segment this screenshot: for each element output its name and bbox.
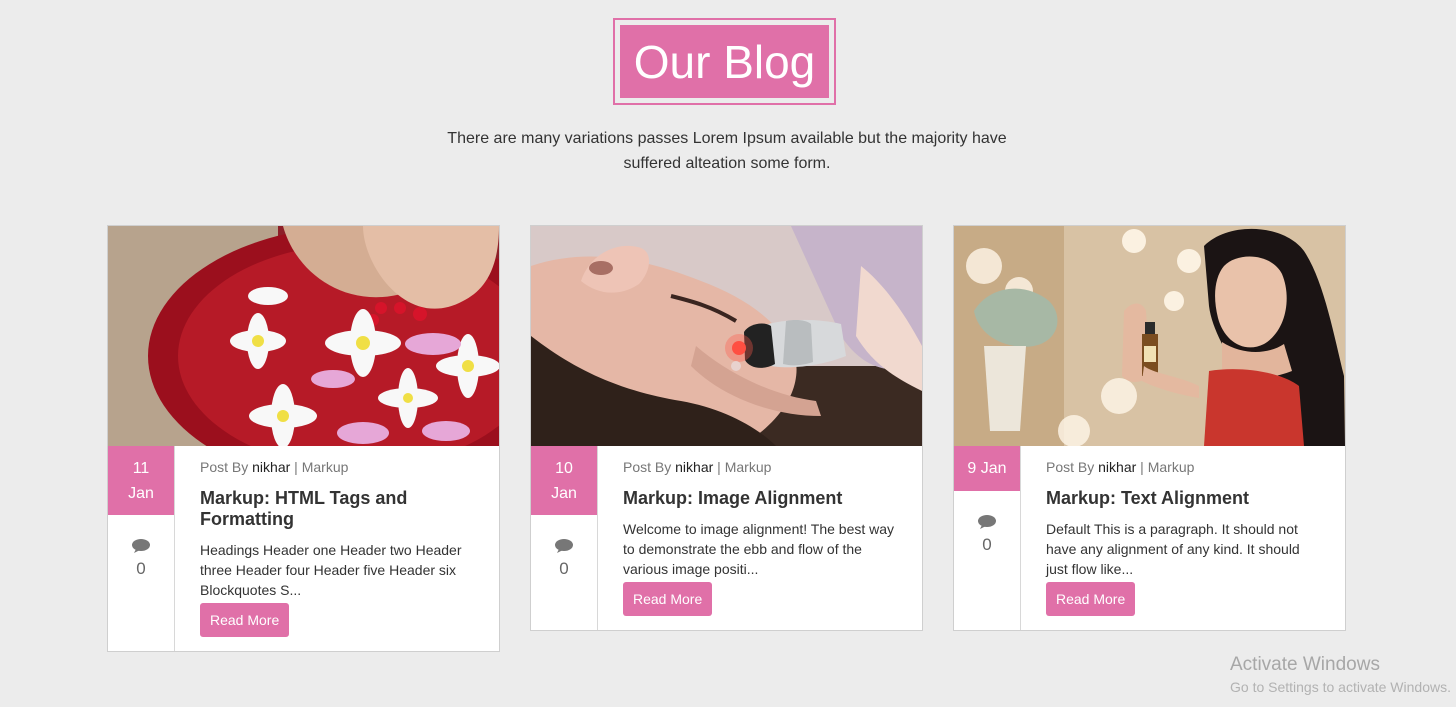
post-content: Post By nikhar | Markup Markup: HTML Tag… [175,446,499,651]
post-content: Post By nikhar | Markup Markup: Image Al… [598,446,922,630]
read-more-button[interactable]: Read More [1046,582,1136,616]
blog-card: 10 Jan 0 Post By nikhar | Markup Markup:… [530,225,923,631]
activate-windows-subtitle: Go to Settings to activate Windows. [1230,679,1451,695]
comment-count-block: 0 [954,515,1020,555]
pedicure-image [108,226,499,446]
comment-count: 0 [136,559,146,578]
post-category-link[interactable]: Markup [302,459,349,475]
post-author-link[interactable]: nikhar [675,459,713,475]
date-badge: 11 Jan [108,446,174,515]
blog-card: 9 Jan 0 Post By nikhar | Markup Markup: … [953,225,1346,631]
post-by-label: Post By [200,459,249,475]
post-by-label: Post By [1046,459,1095,475]
date-day: 11 [132,460,150,477]
post-meta: Post By nikhar | Markup [623,459,902,476]
date-day: 10 [555,460,573,477]
intro-text: There are many variations passes Lorem I… [420,126,1034,176]
meta-separator: | [717,459,721,475]
post-content: Post By nikhar | Markup Markup: Text Ali… [1021,446,1345,630]
blog-card: 11 Jan 0 Post By nikhar | Markup Markup:… [107,225,500,652]
comment-count: 0 [559,559,569,578]
comment-icon [978,515,996,529]
post-by-label: Post By [623,459,672,475]
comment-count: 0 [982,535,992,554]
read-more-button[interactable]: Read More [200,603,290,637]
comment-count-block: 0 [531,539,597,579]
comment-icon [132,539,150,553]
post-image-pedicure[interactable] [108,226,499,446]
post-title[interactable]: Markup: HTML Tags and Formatting [200,488,479,530]
post-meta: Post By nikhar | Markup [200,459,479,476]
date-month: Jan [551,485,577,502]
post-meta: Post By nikhar | Markup [1046,459,1325,476]
post-title[interactable]: Markup: Text Alignment [1046,488,1325,509]
post-image-serum[interactable] [954,226,1345,446]
date-column: 11 Jan 0 [108,446,175,651]
post-category-link[interactable]: Markup [725,459,772,475]
date-column: 10 Jan 0 [531,446,598,630]
intro-line-2: suffered alteation some form. [623,155,831,172]
post-author-link[interactable]: nikhar [1098,459,1136,475]
blog-title-frame: Our Blog [613,18,836,105]
serum-bottle-image [954,226,1345,446]
read-more-button[interactable]: Read More [623,582,713,616]
facial-treatment-image [531,226,922,446]
activate-windows-title: Activate Windows [1230,654,1380,675]
post-excerpt: Headings Header one Header two Header th… [200,542,462,598]
date-label: 9 Jan [967,460,1007,477]
date-badge: 10 Jan [531,446,597,515]
post-author-link[interactable]: nikhar [252,459,290,475]
post-category-link[interactable]: Markup [1148,459,1195,475]
meta-separator: | [294,459,298,475]
post-title[interactable]: Markup: Image Alignment [623,488,902,509]
post-excerpt: Default This is a paragraph. It should n… [1046,521,1300,577]
comment-icon [555,539,573,553]
meta-separator: | [1140,459,1144,475]
date-column: 9 Jan 0 [954,446,1021,630]
comment-count-block: 0 [108,539,174,579]
date-badge: 9 Jan [954,446,1020,491]
post-excerpt: Welcome to image alignment! The best way… [623,521,895,577]
page-title: Our Blog [620,25,829,98]
post-image-facial[interactable] [531,226,922,446]
intro-line-1: There are many variations passes Lorem I… [447,130,1007,147]
date-month: Jan [128,485,154,502]
